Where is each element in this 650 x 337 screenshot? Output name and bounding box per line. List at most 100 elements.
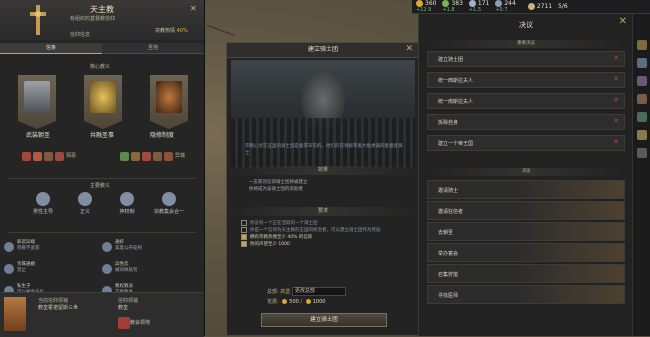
effects-list: 一支新的信仰骑士团将被建立 你将成为该骑士团的资助者 <box>249 179 409 193</box>
pinned-decision[interactable]: 拆除自身 ✕ <box>427 114 625 130</box>
unpin-icon[interactable]: ✕ <box>613 96 619 104</box>
faith-title: 天主教 <box>90 5 114 14</box>
decision-item[interactable]: 举办宴会 <box>427 243 625 262</box>
unpin-icon[interactable]: ✕ <box>613 75 619 83</box>
divider <box>8 178 196 179</box>
decisions-list-header: 决议 <box>425 168 627 176</box>
checkbox-icon <box>241 226 247 233</box>
checkbox-icon <box>241 219 247 226</box>
fervor-readout[interactable]: 宗教热情 40% <box>155 27 188 34</box>
piety-icon <box>468 0 476 7</box>
tenet-armed-pilgrimage[interactable] <box>18 75 56 129</box>
decision-item[interactable]: 邀请狂信者 <box>427 201 625 220</box>
doctrine-item[interactable]: 亲属通婚 禁止 <box>4 262 102 284</box>
core-tenets-title: 核心教义 <box>89 64 110 70</box>
tenet-communion[interactable] <box>84 75 122 129</box>
cross-icon <box>30 5 46 35</box>
checkbox-icon <box>241 240 247 247</box>
change-hq-field[interactable]: 更改总部 <box>291 287 346 296</box>
close-icon[interactable]: ✕ <box>405 44 413 54</box>
faith-icon[interactable] <box>637 130 647 140</box>
game-speed[interactable]: 5/6 <box>558 3 568 10</box>
right-icon-sidebar <box>632 14 650 336</box>
close-icon[interactable]: ✕ <box>190 4 197 13</box>
cost-row: 花费: 500 / 1000 <box>267 299 326 305</box>
decisions-panel: 决议 ✕ 重要决议 建立骑士团 ✕ 统一西斯拉夫人 ✕ 统一南斯拉夫人 ✕ 拆除自身 ✕… <box>418 14 633 336</box>
church-icon <box>162 192 176 206</box>
pinned-decision[interactable]: 统一南斯拉夫人 ✕ <box>427 93 625 109</box>
doctrine-item[interactable]: 通奸 高度公开处刑 <box>102 240 200 262</box>
unpin-icon[interactable]: ✕ <box>613 117 619 125</box>
heresy-tolerance[interactable]: 异端 <box>120 152 185 161</box>
resource-gold[interactable]: 360 +12.9 <box>416 0 436 13</box>
faith-panel: 天主教 有组织的基督教信仰 信仰信息 宗教热情 40% ✕ 信条 圣地 核心教义… <box>0 0 205 337</box>
court-icon[interactable] <box>637 94 647 104</box>
headquarters-row: 总部: 高堡 更改总部 <box>267 287 346 296</box>
renown-icon <box>495 0 503 7</box>
tab-holy-sites[interactable]: 圣地 <box>102 43 204 54</box>
military-icon[interactable] <box>637 58 647 68</box>
confirm-decision-button[interactable]: 建立骑士团 <box>261 313 387 327</box>
dogma-theocracy[interactable]: 神权制 <box>110 192 144 215</box>
decision-item[interactable]: 去朝圣 <box>427 222 625 241</box>
checkbox-icon <box>241 233 247 240</box>
resource-prestige[interactable]: 383 +1.8 <box>442 0 463 13</box>
doctrine-item[interactable]: 邪恶异端 宗教不宽容 <box>4 240 102 262</box>
unpin-icon[interactable]: ✕ <box>613 138 619 146</box>
resource-renown[interactable]: 244 +0.7 <box>495 0 516 13</box>
date-icon <box>527 3 535 10</box>
head-of-faith-name[interactable]: 教皇霍诺留斯三世 <box>38 304 78 311</box>
effects-header: 效果 <box>227 166 419 175</box>
date-display[interactable]: 2711 <box>527 3 552 10</box>
realm-icon[interactable] <box>637 40 647 50</box>
faith-info-link[interactable]: 信仰信息 <box>70 31 90 38</box>
decisions-icon[interactable] <box>637 148 647 158</box>
requirements-header: 要求 <box>227 207 419 216</box>
unpin-icon[interactable]: ✕ <box>613 54 619 62</box>
hand-icon <box>120 192 134 206</box>
gold-coin-icon <box>416 0 423 7</box>
requirement-item: 你的声望至少 1000 <box>241 240 411 247</box>
seat-label: 信仰领袖 <box>118 298 139 304</box>
person-icon <box>36 192 50 206</box>
decision-modal: 建立骑士团 ✕ 宗教心灵在这里的骑士团是极其罕见的，他们的首领统率着大批虔诚的基… <box>226 42 420 336</box>
decision-item[interactable]: 寻找医师 <box>427 285 625 304</box>
seat-value: 教皇 <box>118 305 129 311</box>
avatar[interactable] <box>4 297 26 331</box>
doctrine-icon <box>4 242 14 252</box>
chalice-icon <box>90 81 116 113</box>
resource-piety[interactable]: 171 +1.5 <box>468 0 489 13</box>
pinned-decision[interactable]: 建立一个帝王国 ✕ <box>427 135 625 151</box>
evil-tolerance[interactable]: 邪恶 <box>22 152 76 161</box>
tenet-monasticism[interactable] <box>150 75 188 129</box>
doctrine-icon <box>102 264 112 274</box>
dogma-row: 男性主导 正义 神权制 宗教集会合一 <box>26 192 186 215</box>
faith-subtitle: 有组织的基督教信仰 <box>70 16 116 22</box>
pinned-decision[interactable]: 统一西斯拉夫人 ✕ <box>427 72 625 88</box>
decision-item[interactable]: 邀请骑士 <box>427 180 625 199</box>
decisions-title: 决议 <box>519 21 533 29</box>
intrigue-icon[interactable] <box>637 112 647 122</box>
dogma-justice[interactable]: 正义 <box>68 192 102 215</box>
gold-coin-icon <box>282 299 288 304</box>
tolerance-row: 邪恶 异端 <box>8 152 196 178</box>
dogma-assembly[interactable]: 宗教集会合一 <box>152 192 186 215</box>
council-icon[interactable] <box>637 76 647 86</box>
main-dogma-title: 主要教义 <box>89 183 110 189</box>
faith-header: 天主教 有组织的基督教信仰 信仰信息 宗教热情 40% ✕ <box>0 0 204 40</box>
papal-coa-icon[interactable] <box>118 317 130 329</box>
dogma-male-dominated[interactable]: 男性主导 <box>26 192 60 215</box>
tenet-label: 隐修制度 <box>149 132 174 139</box>
doctrine-item[interactable]: 异性恋 被同样处罚 <box>102 262 200 284</box>
scales-icon <box>78 192 92 206</box>
important-decisions-header: 重要决议 <box>425 40 627 48</box>
headquarters-link[interactable]: 高堡 <box>280 289 290 295</box>
prestige-icon <box>442 0 450 7</box>
pinned-decision[interactable]: 建立骑士团 ✕ <box>427 51 625 67</box>
close-icon[interactable]: ✕ <box>619 16 627 27</box>
faith-head-footer: 当前信仰领袖 教皇霍诺留斯三世 信仰领袖 教皇 教会领地 <box>0 292 204 337</box>
effect-line: 一支新的信仰骑士团将被建立 <box>249 180 308 185</box>
decision-item[interactable]: 召集狩猎 <box>427 264 625 283</box>
tab-tenets[interactable]: 信条 <box>0 43 102 54</box>
requirement-item: 你没有一个正在活跃的一个骑士团 <box>241 219 411 226</box>
